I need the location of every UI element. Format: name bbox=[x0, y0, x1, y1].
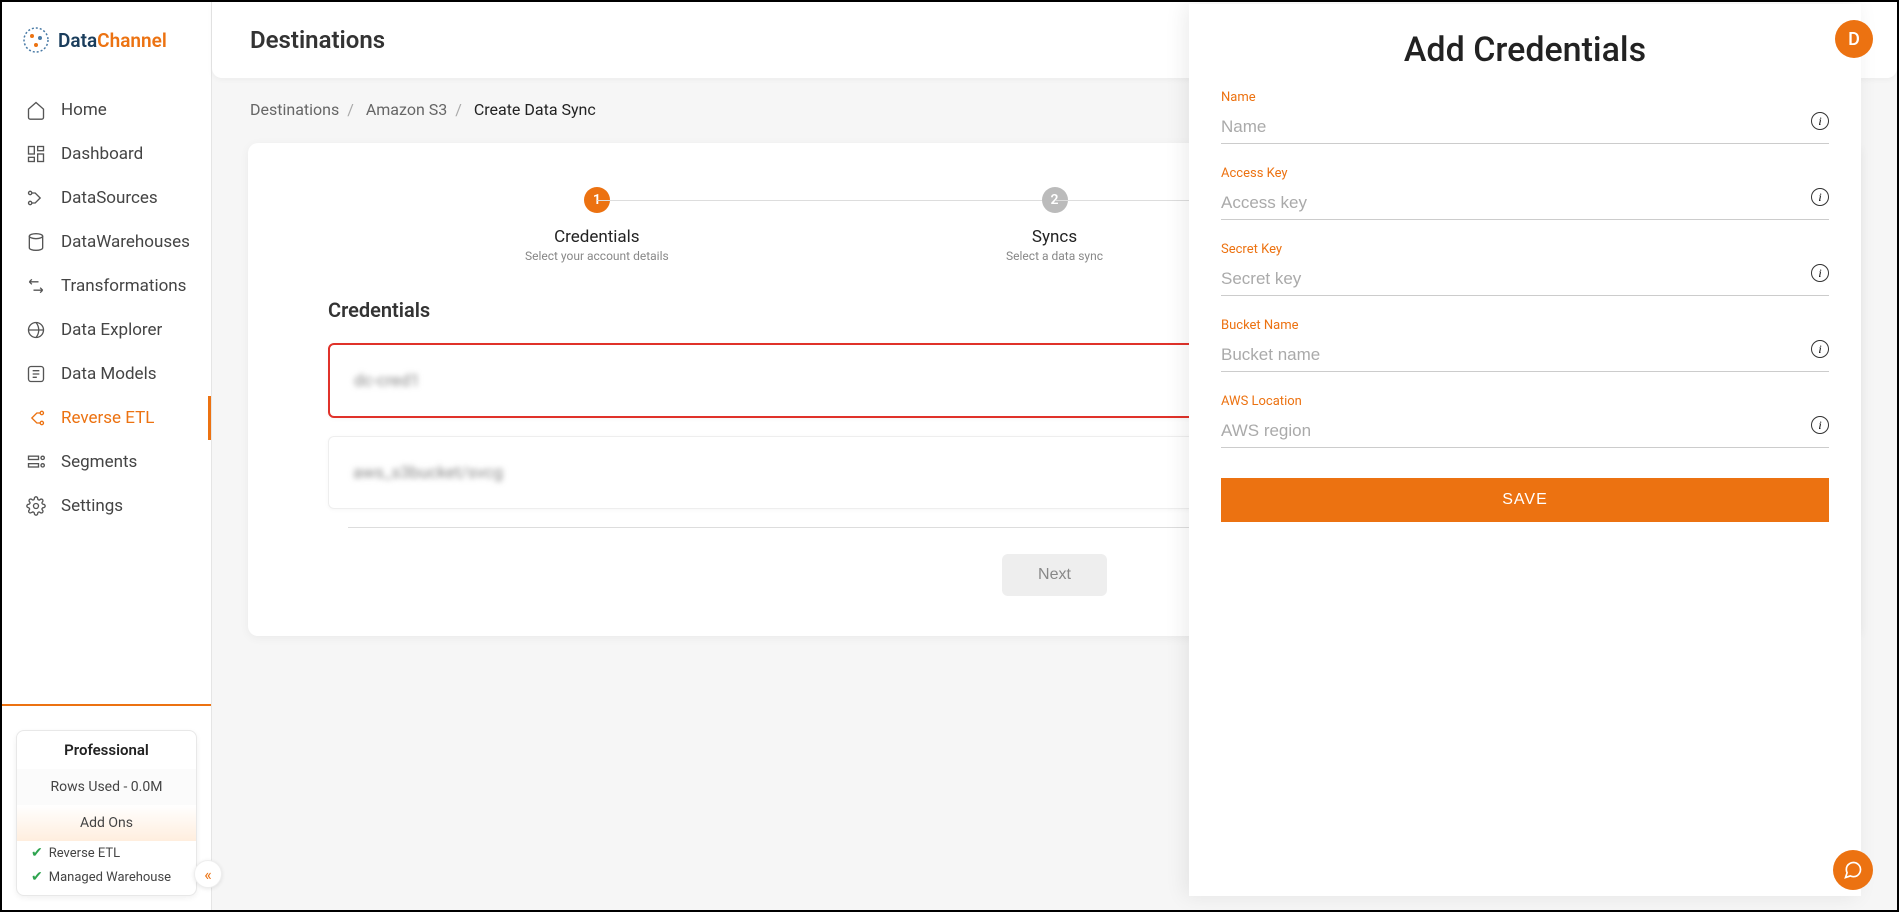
sidebar-item-segments[interactable]: Segments bbox=[2, 440, 211, 484]
logo-icon bbox=[22, 26, 50, 54]
addon-label: Reverse ETL bbox=[49, 846, 120, 861]
sidebar: DataChannel Home Dashboard DataSources D… bbox=[2, 2, 212, 910]
sidebar-item-data-explorer[interactable]: Data Explorer bbox=[2, 308, 211, 352]
step-1[interactable]: 1 Credentials Select your account detail… bbox=[368, 187, 826, 263]
sidebar-item-reverse-etl[interactable]: Reverse ETL bbox=[2, 396, 211, 440]
access-key-input[interactable] bbox=[1221, 187, 1829, 220]
add-credentials-panel: Add Credentials Name i Access Key i Secr… bbox=[1189, 4, 1861, 896]
sidebar-collapse-button[interactable]: « bbox=[194, 860, 222, 888]
sidebar-item-label: Settings bbox=[61, 496, 123, 516]
sidebar-item-dashboard[interactable]: Dashboard bbox=[2, 132, 211, 176]
reverse-etl-icon bbox=[26, 408, 46, 428]
home-icon bbox=[26, 100, 46, 120]
sidebar-item-label: Transformations bbox=[61, 276, 186, 296]
sidebar-item-label: Dashboard bbox=[61, 144, 143, 164]
breadcrumb-item[interactable]: Amazon S3 bbox=[366, 100, 447, 119]
addons-title: Add Ons bbox=[17, 805, 196, 841]
step-sub: Select your account details bbox=[368, 249, 826, 263]
datawarehouses-icon bbox=[26, 232, 46, 252]
form-group-name: Name i bbox=[1221, 90, 1829, 144]
credential-name: dc-cred1 bbox=[354, 371, 420, 391]
logo-text-1: Data bbox=[58, 29, 97, 52]
addon-item: ✔ Reverse ETL bbox=[17, 841, 196, 865]
sidebar-item-label: DataWarehouses bbox=[61, 232, 190, 252]
form-label: Bucket Name bbox=[1221, 318, 1829, 333]
sidebar-item-label: Home bbox=[61, 100, 107, 120]
sidebar-item-transformations[interactable]: Transformations bbox=[2, 264, 211, 308]
addon-label: Managed Warehouse bbox=[49, 870, 171, 885]
breadcrumb-current: Create Data Sync bbox=[474, 100, 596, 119]
form-group-secret-key: Secret Key i bbox=[1221, 242, 1829, 296]
logo-text-2: Channel bbox=[97, 29, 167, 52]
check-icon: ✔ bbox=[31, 869, 43, 885]
form-group-bucket-name: Bucket Name i bbox=[1221, 318, 1829, 372]
form-group-access-key: Access Key i bbox=[1221, 166, 1829, 220]
sidebar-item-datawarehouses[interactable]: DataWarehouses bbox=[2, 220, 211, 264]
transformations-icon bbox=[26, 276, 46, 296]
credential-name: aws_s3bucket/svcg bbox=[353, 463, 503, 483]
info-icon[interactable]: i bbox=[1811, 340, 1829, 358]
explorer-icon bbox=[26, 320, 46, 340]
sidebar-item-label: Reverse ETL bbox=[61, 408, 154, 428]
name-input[interactable] bbox=[1221, 111, 1829, 144]
info-icon[interactable]: i bbox=[1811, 264, 1829, 282]
plan-rows-used: Rows Used - 0.0M bbox=[17, 769, 196, 805]
check-icon: ✔ bbox=[31, 845, 43, 861]
form-label: Name bbox=[1221, 90, 1829, 105]
models-icon bbox=[26, 364, 46, 384]
chat-button[interactable] bbox=[1833, 850, 1873, 890]
plan-box: Professional Rows Used - 0.0M Add Ons ✔ R… bbox=[16, 730, 197, 896]
segments-icon bbox=[26, 452, 46, 472]
save-button[interactable]: SAVE bbox=[1221, 478, 1829, 522]
info-icon[interactable]: i bbox=[1811, 416, 1829, 434]
plan-name: Professional bbox=[17, 731, 196, 769]
form-label: Access Key bbox=[1221, 166, 1829, 181]
secret-key-input[interactable] bbox=[1221, 263, 1829, 296]
info-icon[interactable]: i bbox=[1811, 112, 1829, 130]
form-label: Secret Key bbox=[1221, 242, 1829, 257]
sidebar-item-label: Segments bbox=[61, 452, 137, 472]
logo[interactable]: DataChannel bbox=[2, 2, 211, 78]
datasources-icon bbox=[26, 188, 46, 208]
sidebar-item-label: Data Models bbox=[61, 364, 156, 384]
avatar[interactable]: D bbox=[1835, 20, 1873, 58]
sidebar-item-settings[interactable]: Settings bbox=[2, 484, 211, 528]
step-title: Credentials bbox=[368, 227, 826, 247]
nav: Home Dashboard DataSources DataWarehouse… bbox=[2, 78, 211, 704]
breadcrumb-item[interactable]: Destinations bbox=[250, 100, 339, 119]
sidebar-item-datasources[interactable]: DataSources bbox=[2, 176, 211, 220]
section-title: Credentials bbox=[328, 298, 430, 322]
divider bbox=[2, 704, 211, 706]
info-icon[interactable]: i bbox=[1811, 188, 1829, 206]
dashboard-icon bbox=[26, 144, 46, 164]
addon-item: ✔ Managed Warehouse bbox=[17, 865, 196, 895]
gear-icon bbox=[26, 496, 46, 516]
aws-location-input[interactable] bbox=[1221, 415, 1829, 448]
next-button[interactable]: Next bbox=[1002, 554, 1107, 596]
sidebar-item-data-models[interactable]: Data Models bbox=[2, 352, 211, 396]
sidebar-item-label: DataSources bbox=[61, 188, 158, 208]
bucket-name-input[interactable] bbox=[1221, 339, 1829, 372]
panel-title: Add Credentials bbox=[1221, 30, 1829, 70]
form-group-aws-location: AWS Location i bbox=[1221, 394, 1829, 448]
sidebar-item-label: Data Explorer bbox=[61, 320, 162, 340]
sidebar-item-home[interactable]: Home bbox=[2, 88, 211, 132]
form-label: AWS Location bbox=[1221, 394, 1829, 409]
page-title: Destinations bbox=[250, 26, 385, 54]
